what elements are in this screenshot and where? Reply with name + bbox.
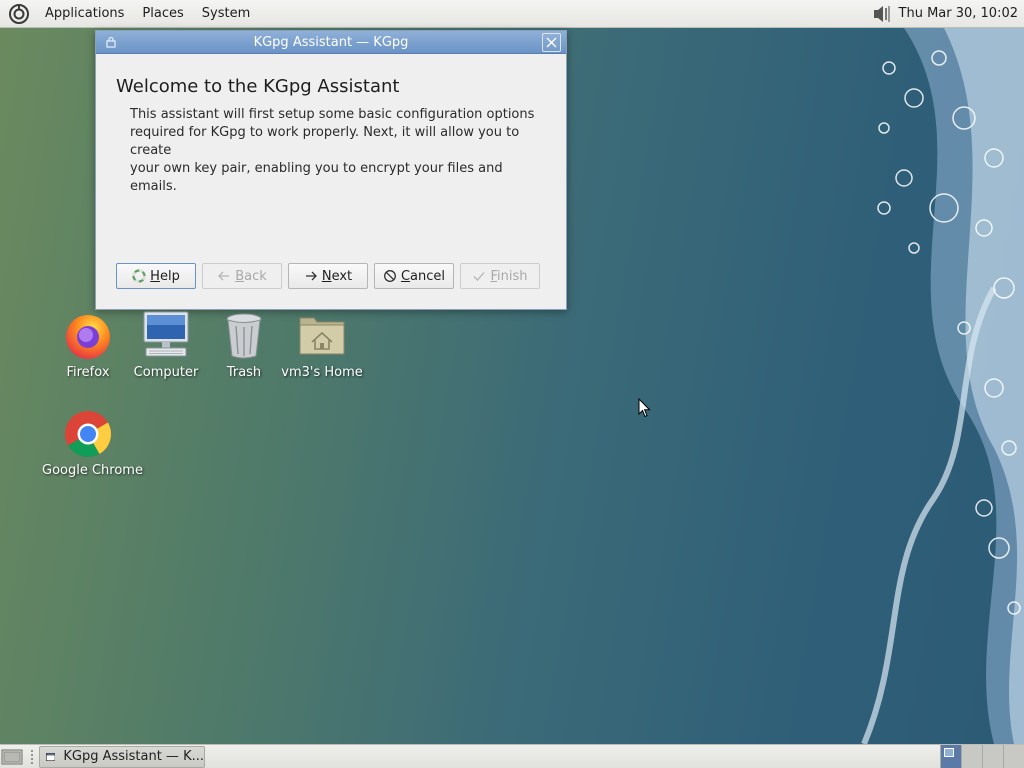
dialog-heading: Welcome to the KGpg Assistant bbox=[116, 76, 400, 97]
back-button[interactable]: Back bbox=[202, 263, 282, 289]
close-icon bbox=[546, 37, 557, 48]
show-desktop-icon[interactable] bbox=[1, 747, 23, 767]
cancel-mnemonic: C bbox=[400, 268, 411, 284]
desktop-icon-label: Google Chrome bbox=[42, 463, 143, 478]
workspace-1[interactable] bbox=[940, 744, 961, 768]
cancel-label: ancel bbox=[410, 268, 446, 284]
desktop-icon-label: vm3's Home bbox=[281, 365, 363, 380]
menu-places[interactable]: Places bbox=[133, 0, 192, 28]
clock[interactable]: Thu Mar 30, 10:02 bbox=[899, 6, 1024, 21]
taskbar-window-label: KGpg Assistant — K... bbox=[63, 749, 204, 764]
dialog-body: This assistant will first setup some bas… bbox=[130, 106, 550, 196]
help-icon bbox=[132, 269, 146, 283]
computer-icon bbox=[143, 311, 189, 357]
back-arrow-icon bbox=[218, 271, 230, 281]
cancel-icon bbox=[384, 270, 396, 282]
firefox-icon bbox=[66, 315, 110, 359]
cancel-button[interactable]: Cancel bbox=[374, 263, 454, 289]
workspace-3[interactable] bbox=[982, 744, 1003, 768]
next-label: ext bbox=[331, 268, 353, 284]
menu-applications[interactable]: Applications bbox=[36, 0, 133, 28]
top-panel: Applications Places System Thu Mar 30, 1… bbox=[0, 0, 1024, 28]
home-folder-icon bbox=[299, 317, 345, 355]
next-arrow-icon bbox=[305, 271, 317, 281]
bottom-panel: KGpg Assistant — K... bbox=[0, 744, 1024, 768]
distro-logo-icon[interactable] bbox=[8, 3, 30, 25]
finish-button[interactable]: Finish bbox=[460, 263, 540, 289]
help-button[interactable]: Help bbox=[116, 263, 196, 289]
panel-tray: Thu Mar 30, 10:02 bbox=[871, 0, 1024, 28]
trash-icon bbox=[226, 313, 262, 359]
mouse-cursor-icon bbox=[638, 398, 651, 418]
volume-icon[interactable] bbox=[871, 3, 893, 25]
menu-system[interactable]: System bbox=[193, 0, 259, 28]
chrome-icon bbox=[65, 411, 111, 457]
workspace-4[interactable] bbox=[1003, 744, 1024, 768]
body-line: your own key pair, enabling you to encry… bbox=[130, 161, 503, 194]
kgpg-assistant-dialog: KGpg Assistant — KGpg Welcome to the KGp… bbox=[95, 30, 567, 310]
back-mnemonic: B bbox=[235, 268, 245, 284]
desktop-icon-home[interactable]: vm3's Home bbox=[276, 310, 368, 380]
panel-grip-icon[interactable] bbox=[29, 748, 35, 766]
dialog-button-row: Help Back Next Cancel Finish bbox=[116, 263, 546, 289]
workspace-2[interactable] bbox=[961, 744, 982, 768]
body-line: This assistant will first setup some bas… bbox=[130, 107, 535, 122]
help-mnemonic: H bbox=[150, 268, 160, 284]
workspace-switcher bbox=[940, 744, 1024, 768]
checkmark-icon bbox=[474, 272, 485, 281]
dialog-titlebar[interactable]: KGpg Assistant — KGpg bbox=[96, 31, 566, 54]
wallpaper-decoration bbox=[844, 28, 1024, 744]
taskbar-window-kgpg[interactable]: KGpg Assistant — K... bbox=[39, 745, 205, 768]
next-mnemonic: N bbox=[321, 268, 332, 284]
close-button[interactable] bbox=[542, 33, 561, 52]
window-icon bbox=[46, 752, 56, 761]
back-label: ack bbox=[244, 268, 267, 284]
finish-label: inish bbox=[497, 268, 528, 284]
body-line: required for KGpg to work properly. Next… bbox=[130, 125, 520, 158]
help-label: elp bbox=[159, 268, 180, 284]
desktop-icon-chrome[interactable]: Google Chrome bbox=[42, 408, 143, 478]
next-button[interactable]: Next bbox=[288, 263, 368, 289]
dialog-title: KGpg Assistant — KGpg bbox=[253, 34, 409, 50]
